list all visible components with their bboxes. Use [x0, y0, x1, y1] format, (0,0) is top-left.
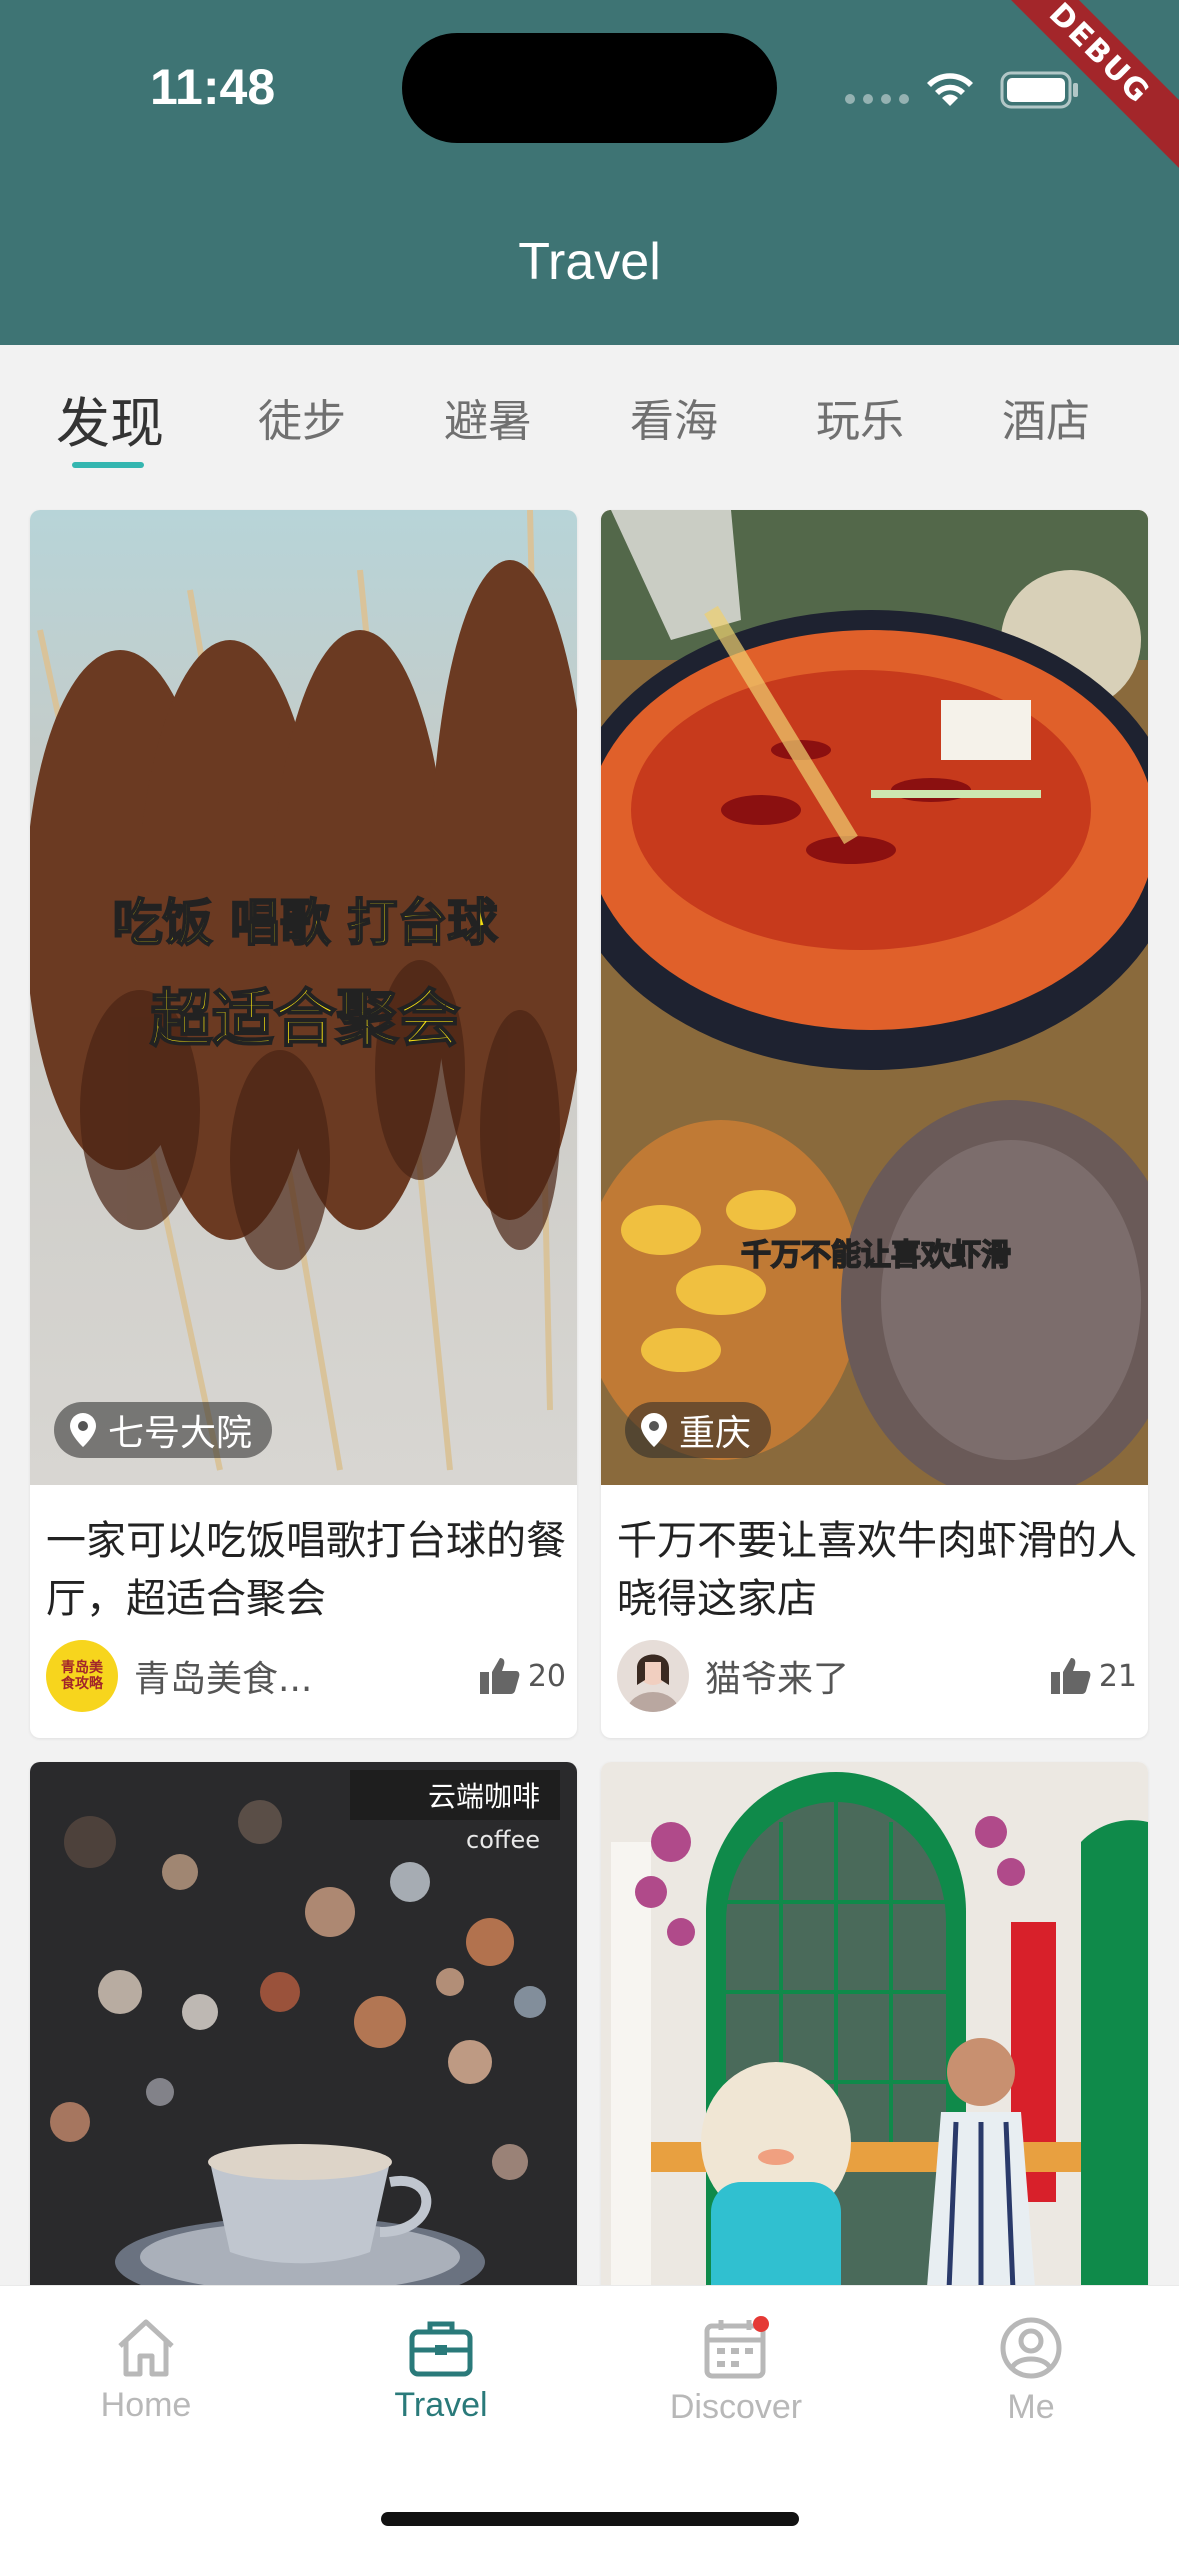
image-caption: 超适合聚会 — [150, 982, 460, 1055]
username[interactable]: 青岛美食... — [134, 1650, 480, 1702]
like-button[interactable]: 20 — [479, 1658, 566, 1694]
thumbs-up-icon — [479, 1658, 520, 1694]
tab-sea[interactable]: 看海 — [630, 385, 718, 449]
status-time: 11:48 — [150, 59, 276, 115]
app-header: 11:48 DEBUG Travel — [0, 0, 1179, 345]
nav-discover[interactable]: Discover — [636, 2316, 836, 2427]
home-indicator — [381, 2512, 799, 2526]
home-icon — [118, 2319, 174, 2377]
tab-discover[interactable]: 发现 — [56, 379, 164, 458]
thumbs-up-icon — [1050, 1658, 1091, 1694]
post-image: 千万不能让喜欢虾滑 — [601, 510, 1148, 1485]
tab-hiking[interactable]: 徒步 — [258, 385, 346, 449]
location-tag[interactable]: 重庆 — [625, 1402, 772, 1458]
category-tabs: 发现 徒步 避暑 看海 玩乐 酒店 — [0, 345, 1179, 480]
image-caption: 云端咖啡 — [428, 1780, 540, 1813]
location-pin-icon — [70, 1413, 96, 1447]
page-title: Travel — [518, 233, 661, 291]
briefcase-icon — [409, 2321, 473, 2377]
post-card[interactable]: 吃饭 唱歌 打台球 超适合聚会 七号大院 一家可以吃饭唱歌打台球的餐厅，超适合聚… — [30, 510, 577, 1738]
post-author[interactable]: 猫爷来了 21 — [617, 1640, 1137, 1712]
post-card[interactable] — [601, 1762, 1148, 2362]
dynamic-island — [402, 33, 777, 143]
like-button[interactable]: 21 — [1050, 1658, 1137, 1694]
image-caption: 千万不能让喜欢虾滑 — [741, 1238, 1011, 1273]
post-image: 吃饭 唱歌 打台球 超适合聚会 — [30, 510, 577, 1485]
tab-indicator — [72, 462, 144, 468]
nav-travel-label: Travel — [394, 2386, 488, 2424]
location-label: 重庆 — [679, 1413, 752, 1454]
signal-icon — [845, 94, 909, 104]
image-subcaption: coffee — [466, 1826, 540, 1854]
post-title[interactable]: 千万不要让喜欢牛肉虾滑的人晓得这家店 — [617, 1512, 1137, 1628]
nav-me-label: Me — [1007, 2388, 1055, 2426]
username[interactable]: 猫爷来了 — [705, 1650, 1051, 1702]
like-count: 21 — [1098, 1658, 1137, 1694]
wifi-icon — [927, 73, 973, 106]
tab-fun[interactable]: 玩乐 — [816, 385, 904, 449]
tab-summer[interactable]: 避暑 — [444, 385, 532, 449]
location-pin-icon — [641, 1413, 667, 1447]
nav-me[interactable]: Me — [931, 2316, 1131, 2427]
calendar-icon — [704, 2316, 769, 2379]
profile-icon — [1000, 2317, 1062, 2379]
nav-travel[interactable]: Travel — [341, 2316, 541, 2425]
post-author[interactable]: 青岛美食攻略 青岛美食... 20 — [46, 1640, 566, 1712]
avatar-logo-text: 青岛美食攻略 — [61, 1660, 103, 1692]
location-label: 七号大院 — [108, 1413, 253, 1454]
nav-home[interactable]: Home — [46, 2316, 246, 2425]
tab-hotel[interactable]: 酒店 — [1002, 385, 1090, 449]
image-caption: 吃饭 唱歌 打台球 — [113, 894, 499, 952]
post-title[interactable]: 一家可以吃饭唱歌打台球的餐厅，超适合聚会 — [46, 1512, 566, 1628]
like-count: 20 — [527, 1658, 566, 1694]
avatar[interactable]: 青岛美食攻略 — [46, 1640, 118, 1712]
nav-home-label: Home — [100, 2386, 192, 2424]
post-card[interactable]: 千万不能让喜欢虾滑 重庆 千万不要让喜欢牛肉虾滑的人晓得这家店 猫爷来了 21 — [601, 510, 1148, 1738]
post-image — [601, 1762, 1148, 2362]
location-tag[interactable]: 七号大院 — [54, 1402, 273, 1458]
nav-discover-label: Discover — [669, 2388, 803, 2426]
avatar[interactable] — [617, 1640, 689, 1712]
post-image: 云端咖啡 coffee — [30, 1762, 577, 2362]
post-card[interactable]: 云端咖啡 coffee — [30, 1762, 577, 2362]
battery-icon — [1000, 71, 1078, 109]
notification-badge — [753, 2316, 769, 2332]
